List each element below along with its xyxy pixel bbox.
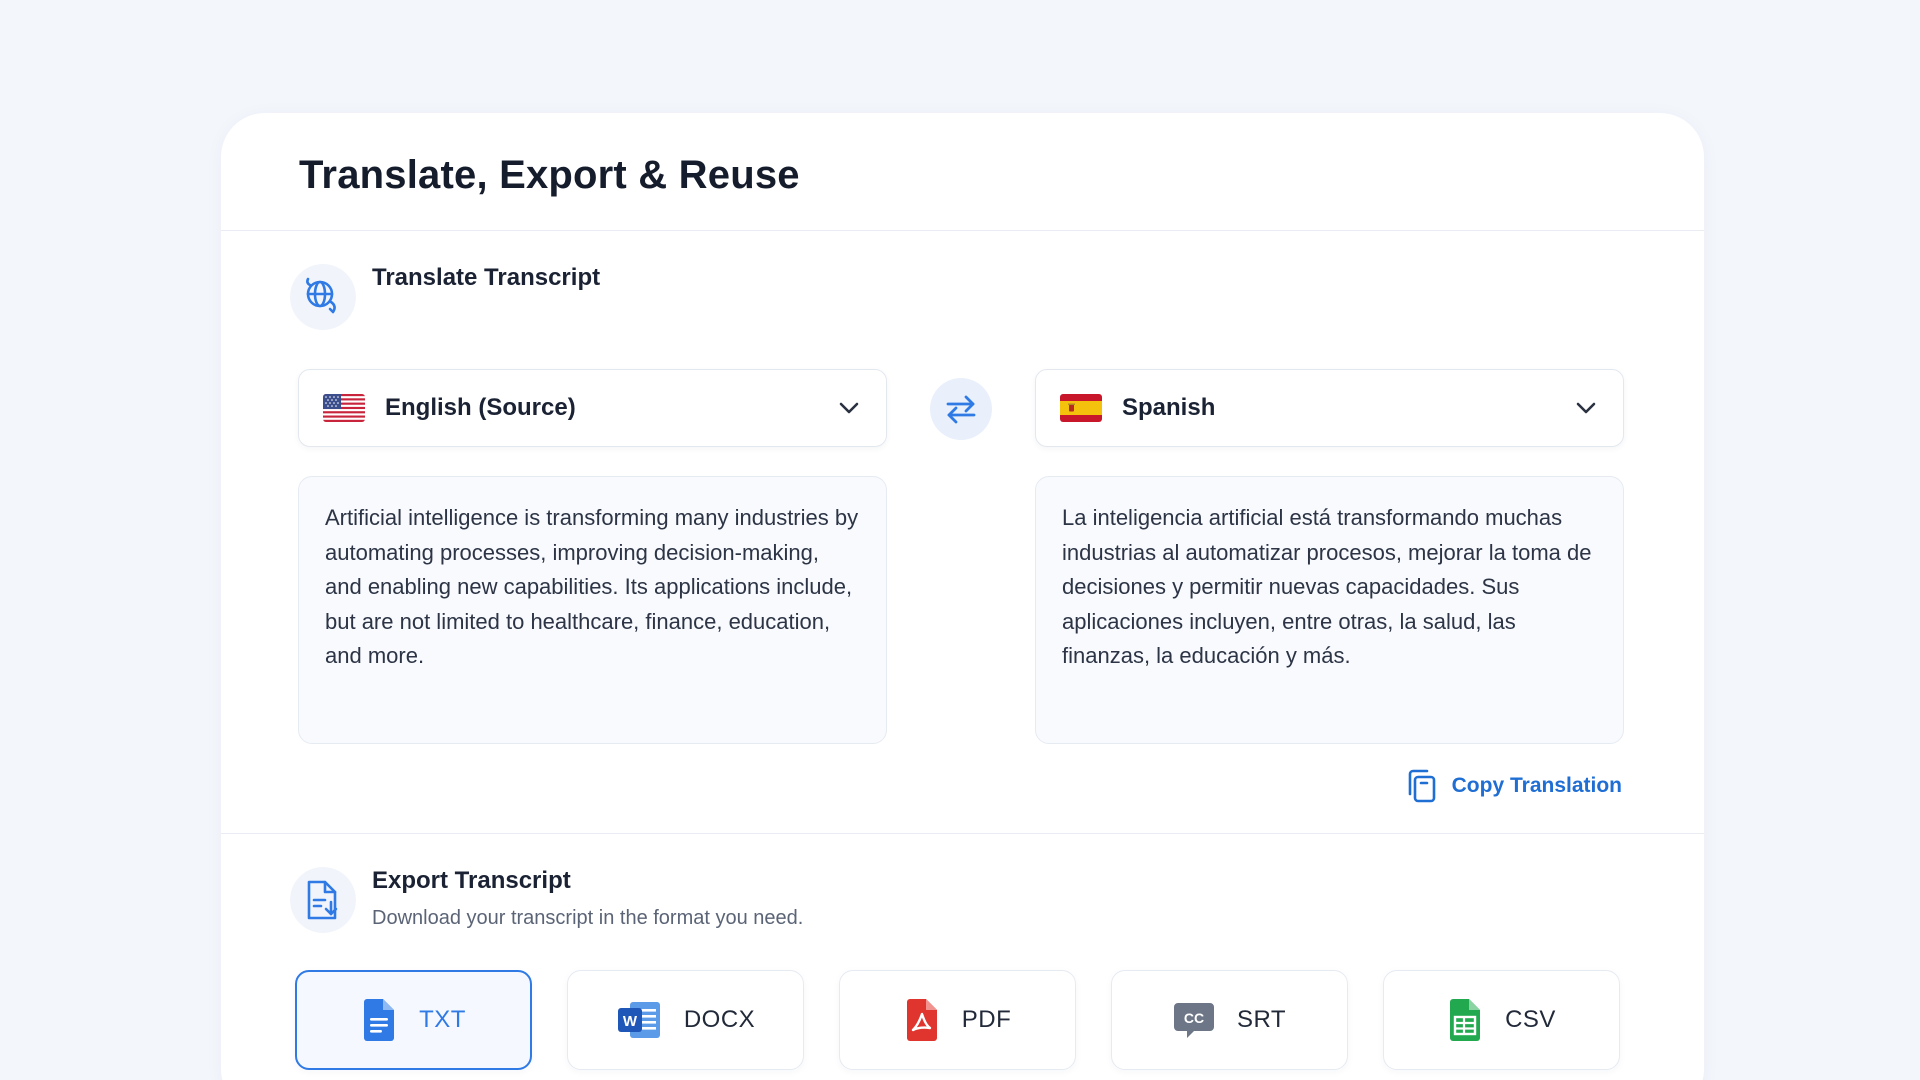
format-docx-button[interactable]: W DOCX (567, 970, 804, 1070)
us-flag-icon (323, 394, 365, 422)
chevron-down-icon (839, 402, 859, 414)
swap-arrows-icon (946, 395, 976, 424)
card-header: Translate, Export & Reuse (221, 113, 1704, 231)
chevron-down-icon (1576, 402, 1596, 414)
format-txt-button[interactable]: TXT (295, 970, 532, 1070)
closed-caption-icon: CC (1173, 1003, 1214, 1038)
format-label: PDF (961, 1006, 1012, 1033)
translated-text-box[interactable]: La inteligencia artificial está transfor… (1035, 476, 1624, 744)
translate-section-title: Translate Transcript (372, 264, 601, 291)
target-language-label: Spanish (1122, 394, 1216, 421)
format-label: TXT (419, 1006, 466, 1033)
source-language-select[interactable]: English (Source) (298, 369, 887, 447)
format-pdf-button[interactable]: PDF (839, 970, 1076, 1070)
source-text-box[interactable]: Artificial intelligence is transforming … (298, 476, 887, 744)
format-label: CSV (1505, 1006, 1556, 1033)
word-doc-icon: W (617, 1002, 660, 1038)
copy-translation-button[interactable]: Copy Translation (1406, 768, 1622, 804)
svg-text:W: W (623, 1013, 638, 1030)
spreadsheet-icon (1450, 999, 1481, 1041)
spain-flag-icon (1060, 394, 1102, 422)
copy-translation-label: Copy Translation (1451, 774, 1622, 797)
translate-section-header: Translate Transcript (290, 264, 600, 330)
svg-text:CC: CC (1184, 1010, 1204, 1026)
export-file-icon (290, 867, 356, 933)
format-label: SRT (1236, 1006, 1287, 1033)
export-section-title: Export Transcript (372, 867, 571, 894)
format-csv-button[interactable]: CSV (1383, 970, 1620, 1070)
page-title: Translate, Export & Reuse (299, 153, 800, 197)
main-card: Translate, Export & Reuse Translate Tran… (221, 113, 1704, 1080)
translate-globe-icon (290, 264, 356, 330)
txt-file-icon (364, 999, 395, 1041)
pdf-file-icon (906, 999, 937, 1041)
section-divider (221, 833, 1704, 834)
export-format-options: TXT W DOCX PDF CC SRT CSV (295, 970, 1620, 1070)
format-label: DOCX (683, 1006, 756, 1033)
swap-languages-button[interactable] (930, 378, 992, 440)
copy-icon (1408, 769, 1435, 803)
format-srt-button[interactable]: CC SRT (1111, 970, 1348, 1070)
target-language-select[interactable]: Spanish (1035, 369, 1624, 447)
export-section-subtitle: Download your transcript in the format y… (372, 907, 804, 929)
export-section-header: Export Transcript Download your transcri… (290, 867, 803, 933)
source-language-label: English (Source) (385, 394, 576, 421)
